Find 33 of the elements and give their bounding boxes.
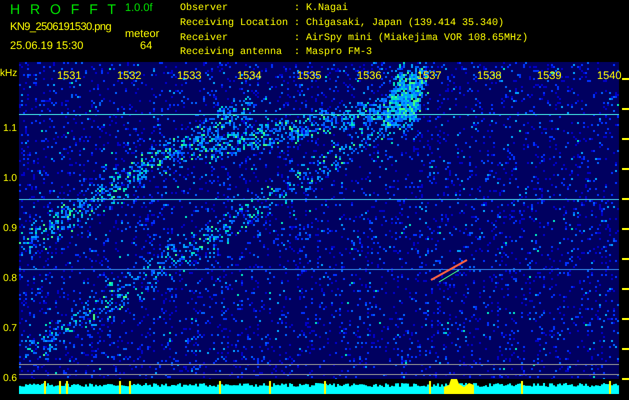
info-label: Receiving Location <box>180 18 290 31</box>
count-label: 64 <box>140 41 152 52</box>
y-axis-label: 1.0 <box>3 174 17 184</box>
info-separator: : <box>294 3 302 16</box>
y-axis-label: 1.1 <box>3 124 17 134</box>
x-axis-label: 1540 <box>597 71 622 82</box>
y-unit-label: kHz <box>0 69 18 79</box>
x-axis-label: 1533 <box>177 71 202 82</box>
x-axis-label: 1535 <box>297 71 322 82</box>
info-value: Chigasaki, Japan (139.414 35.340) <box>306 18 506 31</box>
info-separator: : <box>294 32 302 46</box>
info-value: Maspro FM-3 <box>306 47 374 60</box>
y-axis-label: 0.6 <box>3 374 17 384</box>
info-separator: : <box>294 18 302 31</box>
mode-label: meteor <box>125 29 160 40</box>
x-axis-label: 1538 <box>477 71 502 82</box>
datetime-label: 25.06.19 15:30 <box>10 41 84 52</box>
info-label: Receiver <box>180 32 230 46</box>
filename-label: KN9_2506191530.png <box>10 22 112 33</box>
x-axis-label: 1536 <box>357 71 382 82</box>
info-label: Receiving antenna <box>180 47 284 60</box>
y-axis-label: 0.8 <box>3 274 17 284</box>
info-value: K.Nagai <box>306 3 350 16</box>
y-axis-label: 0.9 <box>3 224 17 234</box>
info-label: Observer <box>180 3 230 16</box>
x-axis-label: 1539 <box>537 71 562 82</box>
x-axis-label: 1532 <box>117 71 142 82</box>
info-separator: : <box>294 47 302 60</box>
program-title: H R O F F T <box>10 2 119 16</box>
version-label: 1.0.0f <box>125 3 153 14</box>
y-axis-label: 0.7 <box>3 324 17 334</box>
info-value: AirSpy mini (Miakejima VOR 108.65MHz) <box>306 32 528 46</box>
x-axis-label: 1531 <box>57 71 82 82</box>
